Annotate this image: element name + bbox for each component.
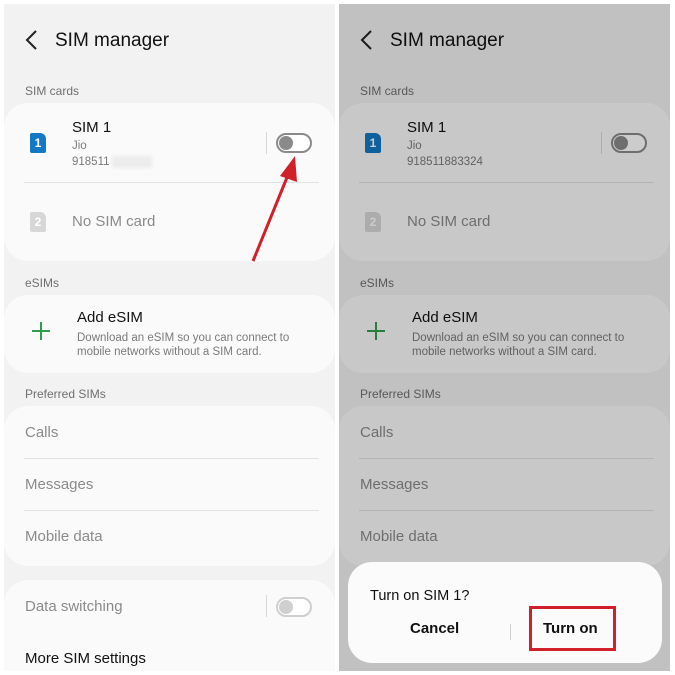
divider: [24, 182, 319, 183]
divider: [24, 510, 319, 511]
preferred-sims-card: Calls Messages Mobile data: [4, 406, 335, 566]
sim-manager-screen-dialog: SIM manager SIM cards 1 SIM 1 Jio 918511…: [339, 4, 670, 671]
dialog-title: Turn on SIM 1?: [370, 588, 470, 604]
button-separator: [510, 624, 511, 640]
section-label-sim-cards: SIM cards: [25, 84, 80, 98]
app-header: SIM manager: [4, 4, 335, 76]
add-esim-card[interactable]: Add eSIM Download an eSIM so you can con…: [4, 295, 335, 373]
sim1-name: SIM 1: [72, 119, 112, 136]
vertical-separator: [266, 132, 267, 154]
more-sim-settings[interactable]: More SIM settings: [25, 650, 146, 667]
turn-on-sim-dialog: Turn on SIM 1? Cancel Turn on: [348, 562, 662, 663]
sim1-toggle-switch[interactable]: [276, 133, 312, 153]
number-blur-mask: [111, 156, 152, 168]
sim-card-icon: 2: [30, 212, 46, 232]
annotation-highlight-box: [529, 606, 616, 651]
sim-card-icon: 1: [30, 133, 46, 153]
sim1-number-row: 918511: [72, 156, 152, 168]
add-esim-description: Download an eSIM so you can connect to m…: [77, 332, 290, 358]
data-switching-label: Data switching: [25, 598, 123, 615]
data-switching-toggle[interactable]: [276, 597, 312, 617]
section-label-esims: eSIMs: [25, 276, 60, 290]
divider: [24, 458, 319, 459]
preferred-messages[interactable]: Messages: [25, 476, 93, 493]
page-title: SIM manager: [55, 30, 170, 51]
vertical-separator: [266, 595, 267, 617]
sim1-carrier: Jio: [72, 140, 87, 152]
plus-icon: [31, 321, 51, 341]
sim-cards-card: 1 SIM 1 Jio 918511 2 No SIM card: [4, 103, 335, 261]
back-chevron-icon[interactable]: [22, 28, 42, 52]
sim1-number: 918511: [72, 156, 110, 169]
preferred-calls[interactable]: Calls: [25, 424, 58, 441]
section-label-preferred: Preferred SIMs: [25, 387, 106, 401]
add-esim-title: Add eSIM: [77, 309, 143, 326]
toggle-knob: [279, 600, 293, 614]
preferred-mobile-data[interactable]: Mobile data: [25, 528, 103, 545]
more-settings-card: Data switching More SIM settings: [4, 580, 335, 671]
sim2-label: No SIM card: [72, 213, 156, 230]
cancel-button[interactable]: Cancel: [410, 620, 459, 637]
toggle-knob: [279, 136, 293, 150]
sim-manager-screen-before: SIM manager SIM cards 1 SIM 1 Jio 918511…: [4, 4, 335, 671]
